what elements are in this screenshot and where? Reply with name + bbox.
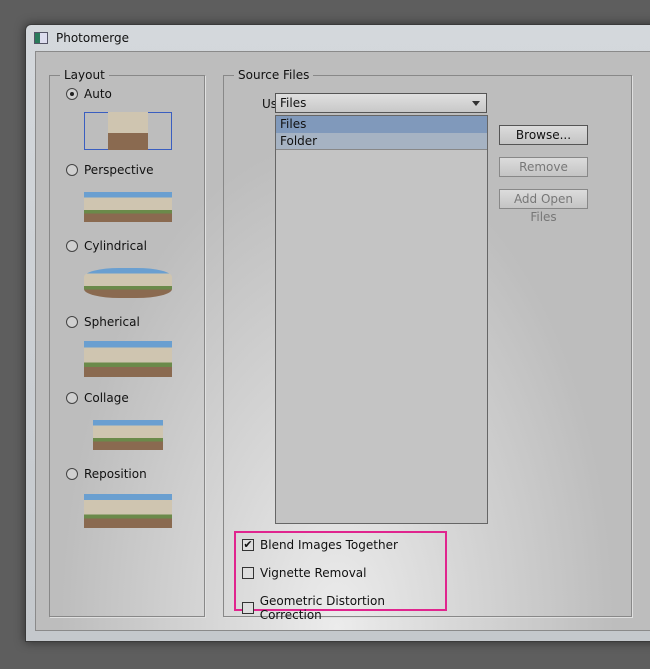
- app-icon: [34, 32, 48, 44]
- photomerge-dialog: Photomerge Layout Auto Perspective Cylin…: [25, 24, 650, 642]
- reposition-thumbnail[interactable]: [84, 492, 172, 530]
- option-files[interactable]: Files: [276, 116, 487, 133]
- option-folder[interactable]: Folder: [276, 133, 487, 150]
- checkbox-icon: [242, 567, 254, 579]
- checkbox-label: Geometric Distortion Correction: [259, 594, 385, 622]
- radio-collage[interactable]: Collage: [66, 391, 129, 405]
- geometric-distortion-checkbox[interactable]: Geometric Distortion Correction: [242, 594, 445, 622]
- collage-thumbnail[interactable]: [84, 416, 172, 454]
- radio-icon: [66, 468, 78, 480]
- radio-auto[interactable]: Auto: [66, 87, 112, 101]
- radio-reposition[interactable]: Reposition: [66, 467, 147, 481]
- dropdown-value: Files: [280, 96, 307, 110]
- perspective-thumbnail[interactable]: [84, 188, 172, 226]
- radio-cylindrical[interactable]: Cylindrical: [66, 239, 147, 253]
- radio-label: Spherical: [84, 315, 140, 329]
- layout-label: Layout: [60, 68, 109, 82]
- browse-button[interactable]: Browse...: [499, 125, 588, 145]
- source-files-group: Source Files Use: Files Files Folder Bro…: [223, 68, 632, 622]
- checkmark-icon: ✔: [242, 538, 254, 551]
- cylindrical-thumbnail[interactable]: [84, 264, 172, 302]
- source-files-label: Source Files: [234, 68, 314, 82]
- radio-label: Cylindrical: [84, 239, 147, 253]
- window-title: Photomerge: [56, 31, 130, 45]
- add-open-files-button[interactable]: Add Open Files: [499, 189, 588, 224]
- options-highlight: ✔ Blend Images Together Vignette Removal …: [234, 531, 447, 622]
- dialog-body: Layout Auto Perspective Cylindrical Sphe…: [35, 51, 650, 631]
- layout-group: Layout Auto Perspective Cylindrical Sphe…: [49, 68, 205, 617]
- radio-perspective[interactable]: Perspective: [66, 163, 154, 177]
- checkbox-label: Blend Images Together: [260, 538, 398, 552]
- title-bar[interactable]: Photomerge: [26, 25, 650, 51]
- radio-icon: [66, 392, 78, 404]
- checkbox-label: Vignette Removal: [260, 566, 367, 580]
- radio-spherical[interactable]: Spherical: [66, 315, 140, 329]
- blend-images-checkbox[interactable]: ✔ Blend Images Together: [242, 538, 398, 552]
- dropdown-list: Files Folder: [275, 115, 488, 524]
- auto-thumbnail[interactable]: [84, 112, 172, 150]
- checkbox-icon: [242, 602, 254, 614]
- radio-icon: [66, 88, 78, 100]
- chevron-down-icon: [472, 101, 480, 106]
- remove-button[interactable]: Remove: [499, 157, 588, 177]
- radio-icon: [66, 240, 78, 252]
- use-dropdown[interactable]: Files: [275, 93, 487, 113]
- radio-label: Auto: [84, 87, 112, 101]
- radio-label: Perspective: [84, 163, 154, 177]
- radio-icon: [66, 164, 78, 176]
- spherical-thumbnail[interactable]: [84, 340, 172, 378]
- radio-icon: [66, 316, 78, 328]
- radio-label: Reposition: [84, 467, 147, 481]
- vignette-removal-checkbox[interactable]: Vignette Removal: [242, 566, 367, 580]
- radio-label: Collage: [84, 391, 129, 405]
